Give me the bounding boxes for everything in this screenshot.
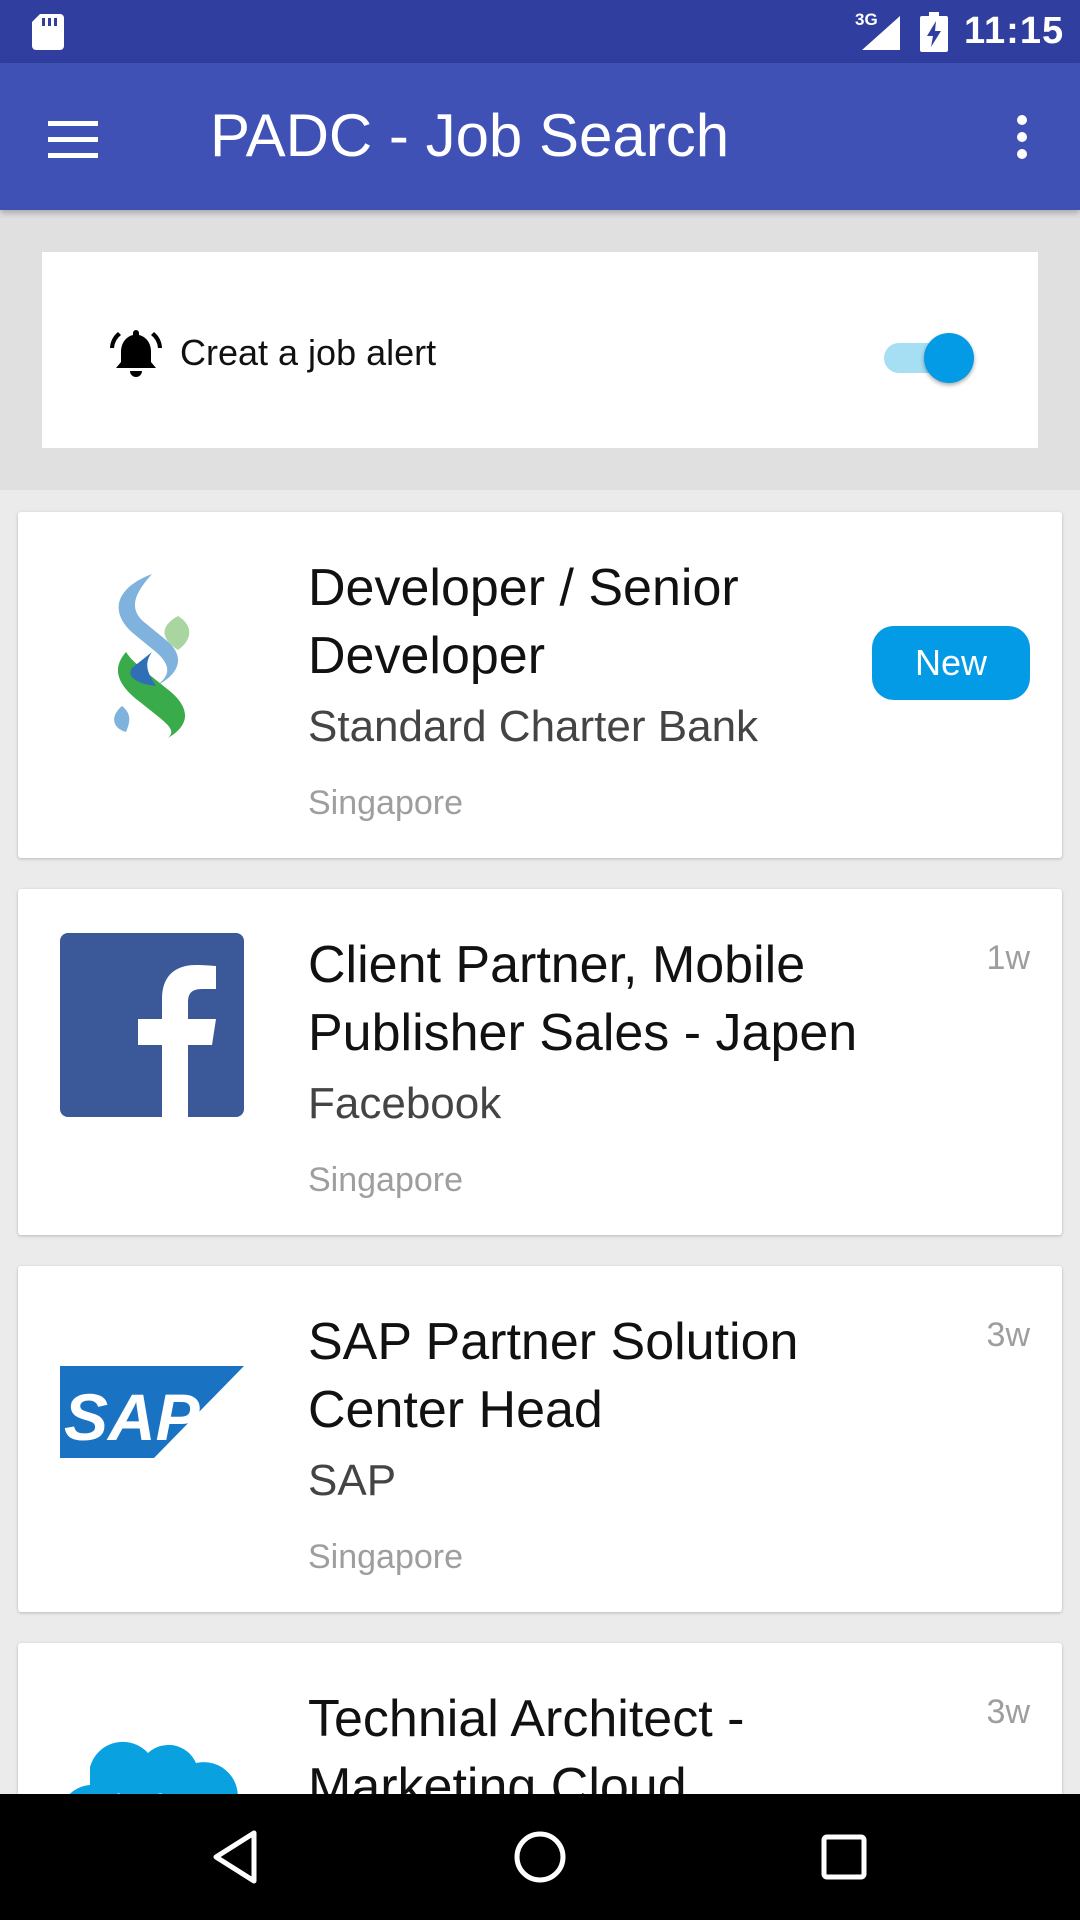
job-card[interactable]: SAP SAP Partner Solution Center Head SAP… [18, 1266, 1062, 1612]
job-posted-age: 3w [986, 1693, 1030, 1731]
new-badge: New [872, 626, 1030, 700]
job-posted-age: 3w [986, 1316, 1030, 1354]
clock: 11:15 [964, 10, 1065, 52]
job-title: Developer / Senior Developer [308, 559, 739, 685]
job-title: Client Partner, Mobile Publisher Sales -… [308, 936, 858, 1062]
recents-icon[interactable] [814, 1827, 874, 1887]
job-list: Developer / Senior Developer Standard Ch… [0, 490, 1080, 1794]
bell-ringing-icon [110, 330, 162, 377]
signal-icon [862, 16, 900, 50]
job-title: SAP Partner Solution Center Head [308, 1313, 799, 1439]
battery-charging-icon [920, 12, 948, 52]
page-title: PADC - Job Search [210, 102, 730, 169]
job-location: Singapore [308, 1538, 464, 1576]
job-card[interactable]: salesforce Technial Architect - Marketin… [18, 1643, 1062, 1794]
home-icon[interactable] [510, 1827, 570, 1887]
status-bar: 3G 11:15 [0, 0, 1080, 63]
job-company: Facebook [308, 1079, 502, 1128]
svg-text:SAP: SAP [64, 1380, 201, 1454]
job-title: Technial Architect - Marketing Cloud [308, 1690, 745, 1794]
sap-logo: SAP [60, 1366, 244, 1458]
job-company: Standard Charter Bank [308, 702, 759, 751]
job-card[interactable]: Client Partner, Mobile Publisher Sales -… [18, 889, 1062, 1235]
app-bar: PADC - Job Search [0, 63, 1080, 210]
toggle-thumb [924, 333, 974, 383]
job-alert-label: Creat a job alert [180, 332, 437, 373]
menu-icon[interactable] [48, 121, 98, 158]
standard-chartered-logo [114, 574, 190, 738]
overflow-menu-icon[interactable] [1010, 115, 1034, 163]
back-icon[interactable] [206, 1827, 266, 1887]
system-nav-bar [0, 1794, 1080, 1920]
job-alert-section: Creat a job alert [0, 210, 1080, 490]
salesforce-logo: salesforce [69, 1741, 238, 1794]
facebook-logo [60, 933, 244, 1117]
job-card[interactable]: Developer / Senior Developer Standard Ch… [18, 512, 1062, 858]
job-posted-age: 1w [986, 939, 1030, 977]
job-company: SAP [308, 1456, 397, 1505]
job-location: Singapore [308, 784, 464, 822]
sd-card-icon [32, 14, 64, 50]
job-location: Singapore [308, 1161, 464, 1199]
job-alert-toggle[interactable] [880, 328, 980, 383]
job-alert-card: Creat a job alert [42, 252, 1038, 448]
